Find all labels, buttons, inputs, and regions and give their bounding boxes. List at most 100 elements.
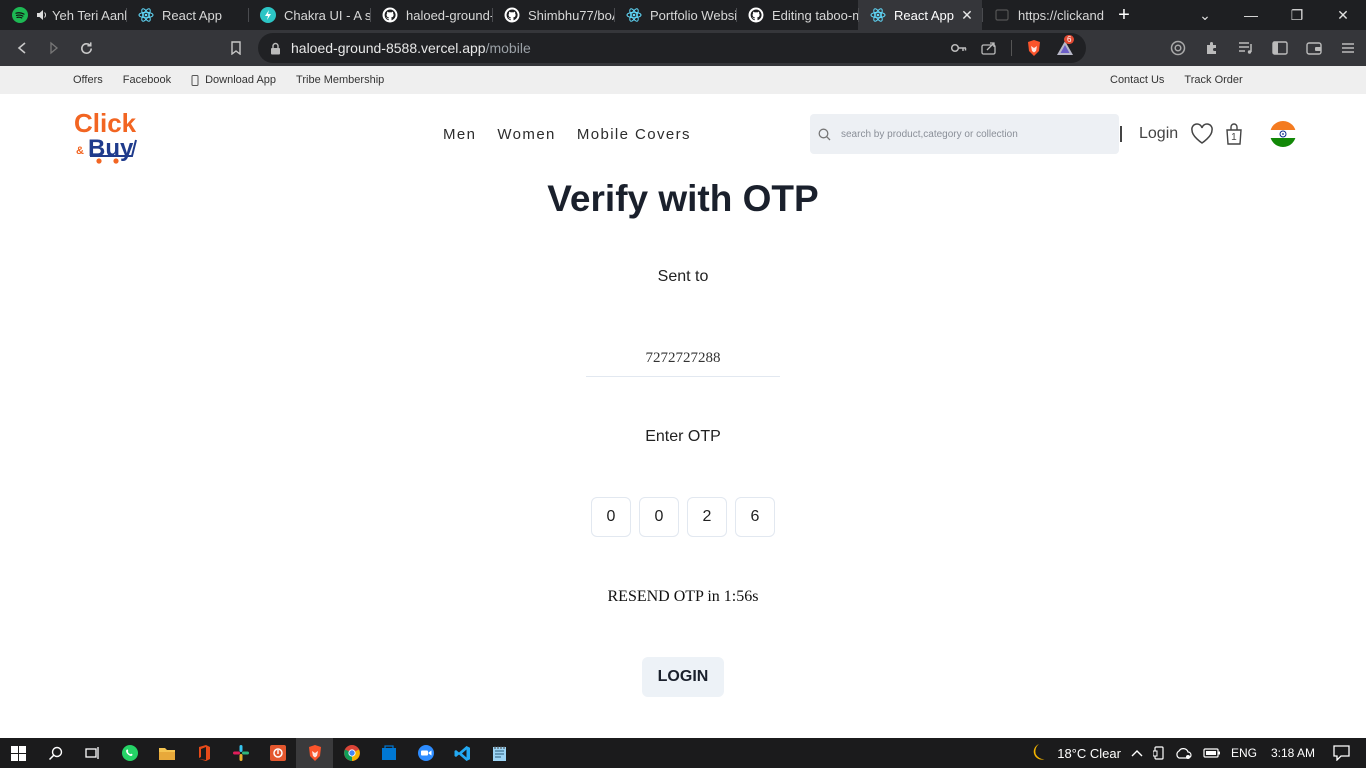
divider [1011,40,1012,56]
minimize-button[interactable]: — [1228,7,1274,23]
download-app-link[interactable]: Download App [191,74,276,86]
svg-text:Click: Click [74,108,137,138]
network-icon[interactable] [1175,746,1193,760]
browser-tab-active[interactable]: React App ✕ [858,0,982,30]
tab-title: https://clickandbuy [1018,7,1104,23]
browser-tab[interactable]: React App [126,0,248,30]
notification-center-button[interactable] [1333,745,1350,761]
wallet-icon[interactable] [1302,36,1326,60]
forward-button[interactable] [38,32,70,64]
brave-taskbar[interactable] [296,738,333,768]
otp-digit-3[interactable] [687,497,727,537]
notepad-icon [493,745,506,761]
lock-icon [271,42,280,54]
vscode-taskbar[interactable] [444,738,481,768]
browser-tab[interactable]: Chakra UI - A simple [248,0,370,30]
notepad-taskbar[interactable] [481,738,518,768]
restore-button[interactable]: ❐ [1274,7,1320,24]
chrome-taskbar[interactable] [333,738,370,768]
otp-digit-1[interactable] [591,497,631,537]
windows-taskbar: 18°C Clear ENG 3:18 AM [0,738,1366,768]
page-icon [994,7,1010,23]
tab-title: Yeh Teri Aankhen [52,7,126,23]
clock[interactable]: 3:18 AM [1271,746,1315,760]
url-host: haloed-ground-8588.vercel.app [291,40,486,56]
svg-text:&: & [76,145,84,157]
brave-shield-icon[interactable] [1026,39,1042,57]
vpn-icon[interactable] [1166,36,1190,60]
browser-tab[interactable]: Shimbhu77/boAt [492,0,614,30]
battery-icon[interactable] [1203,747,1221,759]
cart-count: 1 [1231,132,1237,143]
share-icon[interactable] [981,41,997,55]
search-box[interactable] [810,114,1119,154]
url-text[interactable]: haloed-ground-8588.vercel.app/mobile [291,40,531,56]
contact-us-link[interactable]: Contact Us [1110,74,1164,86]
new-tab-button[interactable]: + [1104,0,1144,30]
language-indicator[interactable]: ENG [1231,746,1257,760]
otp-verification-section: Verify with OTP Sent to Enter OTP RESEND… [0,174,1366,738]
heart-icon[interactable] [1190,123,1214,145]
nav-women[interactable]: Women [497,126,555,143]
tribe-membership-link[interactable]: Tribe Membership [296,74,384,86]
weather-widget[interactable]: 18°C Clear [1027,742,1121,764]
otp-digit-2[interactable] [639,497,679,537]
search-icon [818,128,831,140]
address-bar[interactable]: haloed-ground-8588.vercel.app/mobile 6 [258,33,1086,63]
nav-mobile-covers[interactable]: Mobile Covers [577,126,691,143]
menu-icon[interactable] [1336,36,1360,60]
notification-icon [1333,745,1350,761]
browser-tab[interactable]: Yeh Teri Aankhen [0,0,126,30]
windows-start-button[interactable] [0,738,37,768]
react-icon [626,7,642,23]
office-icon [198,745,210,761]
github-icon [748,7,764,23]
folder-icon [158,747,175,760]
device-icon[interactable] [1152,746,1165,760]
close-window-button[interactable]: ✕ [1320,7,1366,24]
login-link[interactable]: Login [1139,125,1178,143]
login-button[interactable]: LOGIN [642,657,724,697]
search-input[interactable] [841,128,1101,140]
slack-taskbar[interactable] [222,738,259,768]
nav-men[interactable]: Men [443,126,476,143]
browser-tab[interactable]: Portfolio Website [614,0,736,30]
task-view-button[interactable] [74,738,111,768]
browser-toolbar: haloed-ground-8588.vercel.app/mobile 6 [0,30,1366,66]
show-hidden-icons[interactable] [1131,749,1143,757]
sidebar-icon[interactable] [1268,36,1292,60]
otp-digit-4[interactable] [735,497,775,537]
reload-icon [80,41,92,54]
cart-button[interactable]: 1 [1224,122,1244,146]
track-order-link[interactable]: Track Order [1184,74,1242,86]
bookmark-button[interactable] [220,32,252,64]
reload-button[interactable] [70,32,102,64]
offers-link[interactable]: Offers [73,74,103,86]
speaker-icon[interactable] [36,7,48,23]
extensions-icon[interactable] [1200,36,1224,60]
browser-tab[interactable]: haloed-ground-8588 [370,0,492,30]
close-tab-icon[interactable]: ✕ [958,7,976,24]
browser-tab[interactable]: https://clickandbuy [982,0,1104,30]
facebook-link[interactable]: Facebook [123,74,171,86]
browser-tab[interactable]: Editing taboo-mark [736,0,858,30]
file-explorer-taskbar[interactable] [148,738,185,768]
back-button[interactable] [6,32,38,64]
india-flag-icon[interactable] [1270,121,1297,147]
phone-number-field[interactable] [586,340,780,377]
click-and-buy-logo[interactable]: Click & Buy [72,104,140,164]
tab-title: Portfolio Website [650,7,736,23]
whatsapp-taskbar[interactable] [111,738,148,768]
key-icon[interactable] [951,43,967,53]
zoom-taskbar[interactable] [407,738,444,768]
office-taskbar[interactable] [185,738,222,768]
tab-search-icon[interactable]: ⌄ [1182,7,1228,24]
toolbar-actions [1166,32,1360,64]
header-actions: Login 1 [1120,121,1297,147]
screen-recorder-taskbar[interactable] [259,738,296,768]
store-taskbar[interactable] [370,738,407,768]
weather-text: 18°C Clear [1057,745,1121,761]
brave-rewards[interactable]: 6 [1056,35,1075,56]
search-taskbar-button[interactable] [37,738,74,768]
playlist-icon[interactable] [1234,36,1258,60]
